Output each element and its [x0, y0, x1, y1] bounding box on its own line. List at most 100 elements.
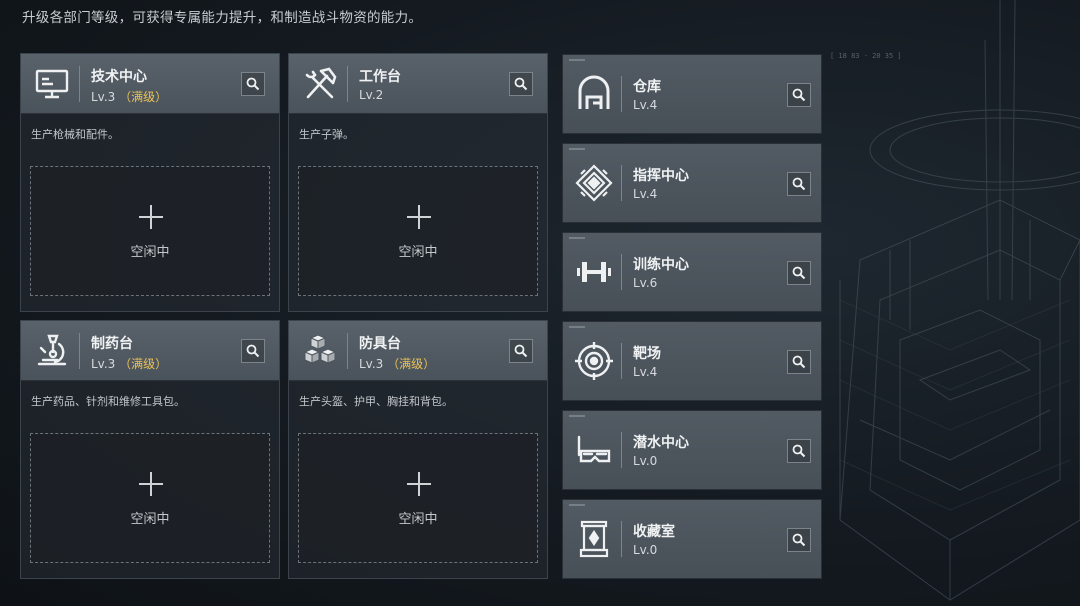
- search-icon: [514, 77, 528, 91]
- inspect-button[interactable]: [787, 528, 811, 552]
- search-icon: [792, 266, 806, 280]
- slot-status: 空闲中: [398, 245, 438, 260]
- facility-level: Lv.6: [633, 276, 658, 290]
- target-icon: [575, 342, 613, 380]
- coordinate-readout: [ 18 83 - 20 35 ]: [830, 52, 902, 60]
- base-wireframe-art: [839, 0, 1080, 601]
- panel-tag: [569, 59, 585, 61]
- max-level-tag: （满级）: [119, 90, 168, 104]
- plus-icon: [139, 472, 163, 496]
- inspect-button[interactable]: [787, 172, 811, 196]
- search-icon: [792, 533, 806, 547]
- search-icon: [792, 177, 806, 191]
- search-icon: [246, 77, 260, 91]
- inspect-button[interactable]: [787, 439, 811, 463]
- inspect-button[interactable]: [787, 261, 811, 285]
- level-text: Lv.3: [91, 90, 116, 104]
- production-card-tech-center: 技术中心 Lv.3 （满级） 生产枪械和配件。 空闲中: [20, 53, 280, 312]
- level-text: Lv.3: [91, 357, 116, 371]
- inspect-button[interactable]: [241, 72, 265, 96]
- inspect-button[interactable]: [509, 339, 533, 363]
- facility-name: 靶场: [633, 346, 661, 362]
- plus-icon: [407, 205, 431, 229]
- display-case-icon: [579, 520, 609, 558]
- panel-tag: [569, 326, 585, 328]
- card-description: 生产药品、针剂和维修工具包。: [31, 395, 185, 408]
- divider: [621, 76, 622, 112]
- card-description: 生产子弹。: [299, 128, 354, 141]
- facility-command-center[interactable]: 指挥中心 Lv.4: [562, 143, 822, 223]
- facility-name: 仓库: [633, 79, 661, 95]
- facility-collection-room[interactable]: 收藏室 Lv.0: [562, 499, 822, 579]
- facility-warehouse[interactable]: 仓库 Lv.4: [562, 54, 822, 134]
- warehouse-icon: [578, 75, 610, 109]
- card-header: 工作台 Lv.2: [289, 54, 547, 114]
- divider: [79, 66, 80, 102]
- facility-name: 训练中心: [633, 257, 689, 273]
- inspect-button[interactable]: [509, 72, 533, 96]
- panel-tag: [569, 504, 585, 506]
- slot-status: 空闲中: [398, 512, 438, 527]
- facility-diving-center[interactable]: 潜水中心 Lv.0: [562, 410, 822, 490]
- facility-training-center[interactable]: 训练中心 Lv.6: [562, 232, 822, 312]
- microscope-icon: [37, 334, 67, 366]
- search-icon: [792, 444, 806, 458]
- facility-level: Lv.0: [633, 454, 658, 468]
- inspect-button[interactable]: [241, 339, 265, 363]
- plus-icon: [139, 205, 163, 229]
- card-title: 技术中心: [91, 69, 147, 85]
- divider: [347, 66, 348, 102]
- inspect-button[interactable]: [787, 83, 811, 107]
- inspect-button[interactable]: [787, 350, 811, 374]
- slot-status: 空闲中: [130, 512, 170, 527]
- search-icon: [792, 355, 806, 369]
- card-header: 技术中心 Lv.3 （满级）: [21, 54, 279, 114]
- max-level-tag: （满级）: [119, 357, 168, 371]
- production-slot[interactable]: 空闲中: [30, 166, 270, 296]
- card-header: 制药台 Lv.3 （满级）: [21, 321, 279, 381]
- production-card-pharmacy: 制药台 Lv.3 （满级） 生产药品、针剂和维修工具包。 空闲中: [20, 320, 280, 579]
- divider: [621, 521, 622, 557]
- facility-name: 收藏室: [633, 524, 675, 540]
- plus-icon: [407, 472, 431, 496]
- panel-tag: [569, 148, 585, 150]
- level-text: Lv.3: [359, 357, 384, 371]
- facility-shooting-range[interactable]: 靶场 Lv.4: [562, 321, 822, 401]
- facility-level: Lv.0: [633, 543, 658, 557]
- facility-name: 潜水中心: [633, 435, 689, 451]
- divider: [621, 432, 622, 468]
- card-level: Lv.3 （满级）: [359, 355, 435, 372]
- card-description: 生产枪械和配件。: [31, 128, 119, 141]
- production-slot[interactable]: 空闲中: [298, 433, 538, 563]
- card-title: 制药台: [91, 336, 133, 352]
- panel-tag: [569, 415, 585, 417]
- facility-level: Lv.4: [633, 187, 658, 201]
- panel-tag: [569, 237, 585, 239]
- card-level: Lv.2: [359, 88, 383, 102]
- production-slot[interactable]: 空闲中: [298, 166, 538, 296]
- search-icon: [246, 344, 260, 358]
- facility-level: Lv.4: [633, 365, 658, 379]
- tools-icon: [305, 67, 337, 99]
- diving-mask-icon: [577, 435, 611, 463]
- max-level-tag: （满级）: [387, 357, 436, 371]
- facility-level: Lv.4: [633, 98, 658, 112]
- production-card-armor-bench: 防具台 Lv.3 （满级） 生产头盔、护甲、胸挂和背包。 空闲中: [288, 320, 548, 579]
- command-emblem-icon: [575, 164, 613, 202]
- dumbbell-icon: [577, 262, 611, 282]
- card-title: 防具台: [359, 336, 401, 352]
- computer-icon: [35, 69, 69, 99]
- slot-status: 空闲中: [130, 245, 170, 260]
- divider: [621, 343, 622, 379]
- divider: [347, 333, 348, 369]
- card-level: Lv.3 （满级）: [91, 88, 167, 105]
- card-level: Lv.3 （满级）: [91, 355, 167, 372]
- search-icon: [792, 88, 806, 102]
- divider: [621, 165, 622, 201]
- facility-name: 指挥中心: [633, 168, 689, 184]
- cubes-icon: [303, 334, 337, 364]
- page-description: 升级各部门等级，可获得专属能力提升，和制造战斗物资的能力。: [22, 10, 423, 26]
- production-slot[interactable]: 空闲中: [30, 433, 270, 563]
- production-card-workbench: 工作台 Lv.2 生产子弹。 空闲中: [288, 53, 548, 312]
- card-description: 生产头盔、护甲、胸挂和背包。: [299, 395, 453, 408]
